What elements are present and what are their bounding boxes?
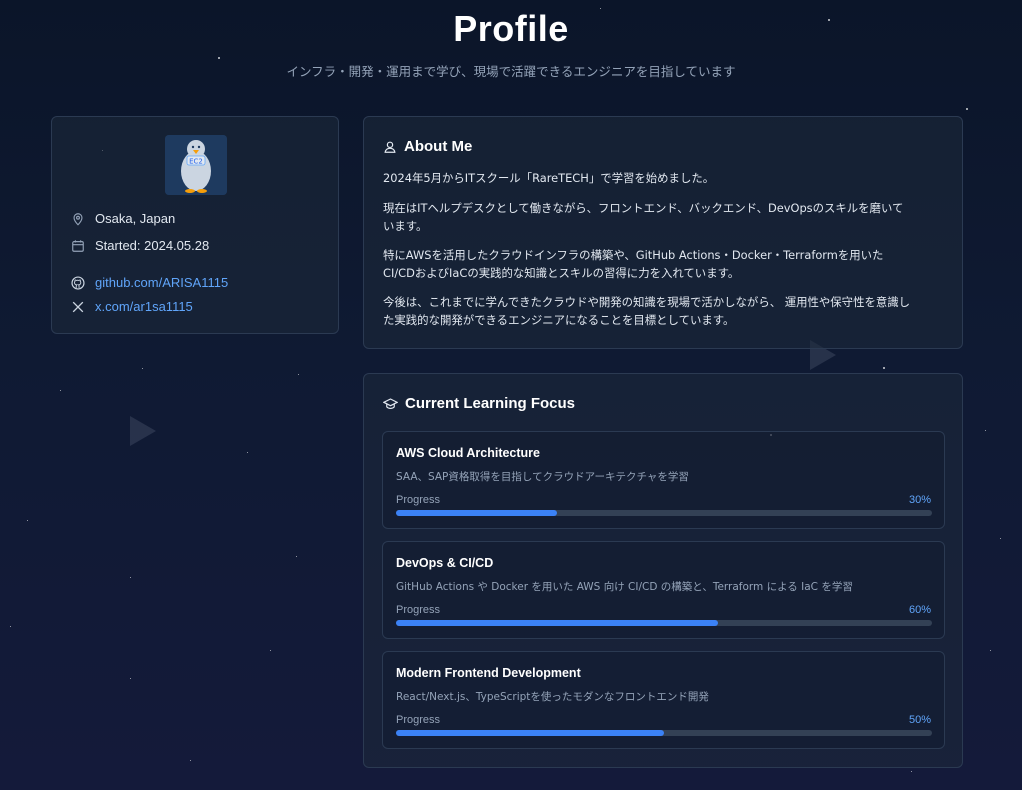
- about-paragraph-3: 特にAWSを活用したクラウドインフラの構築や、GitHub Actions・Do…: [383, 248, 884, 280]
- github-icon: [71, 275, 85, 290]
- calendar-icon: [72, 239, 84, 252]
- learning-heading: Current Learning Focus: [383, 395, 575, 412]
- svg-text:EC2: EC2: [189, 158, 203, 166]
- x-link[interactable]: x.com/ar1sa1115: [95, 299, 193, 314]
- github-row: github.com/ARISA1115: [71, 275, 228, 290]
- about-card: About Me 2024年5月からITスクール「RareTECH」で学習を始め…: [363, 116, 963, 349]
- github-link[interactable]: github.com/ARISA1115: [95, 275, 228, 290]
- page-subtitle: インフラ・開発・運用まで学び、現場で活躍できるエンジニアを目指しています: [286, 64, 736, 79]
- focus-title: AWS Cloud Architecture: [396, 446, 540, 460]
- progress-percent: 30%: [908, 494, 931, 506]
- progress-label: Progress: [396, 714, 441, 726]
- about-paragraph-4: 今後は、これまでに学んできたクラウドや開発の知識を現場で活かしながら、 運用性や…: [383, 295, 911, 327]
- about-paragraph-2: 現在はITヘルプデスクとして働きながら、フロントエンド、バックエンド、DevOp…: [383, 201, 904, 233]
- location-text: Osaka, Japan: [95, 211, 176, 226]
- about-heading: About Me: [383, 138, 472, 155]
- focus-item-aws: AWS Cloud Architecture SAA、SAP資格取得を目指してク…: [382, 431, 945, 529]
- focus-title: Modern Frontend Development: [396, 666, 581, 680]
- learning-card: Current Learning Focus AWS Cloud Archite…: [363, 373, 963, 768]
- focus-title: DevOps & CI/CD: [396, 556, 494, 570]
- progress-label: Progress: [396, 494, 441, 506]
- progress-track: [396, 730, 932, 736]
- progress-label: Progress: [396, 604, 441, 616]
- about-title: About Me: [404, 138, 473, 155]
- progress-track: [396, 510, 932, 516]
- x-row: x.com/ar1sa1115: [71, 299, 193, 314]
- focus-description: GitHub Actions や Docker を用いた AWS 向け CI/C…: [396, 581, 853, 593]
- started-date-text: Started: 2024.05.28: [95, 238, 210, 253]
- focus-item-devops: DevOps & CI/CD GitHub Actions や Docker を…: [382, 541, 945, 639]
- penguin-avatar-image: EC2: [165, 135, 227, 195]
- location-row: Osaka, Japan: [71, 211, 175, 226]
- progress-percent: 60%: [908, 604, 931, 616]
- learning-title: Current Learning Focus: [405, 395, 576, 412]
- progress-fill: [396, 510, 557, 516]
- about-paragraph-1: 2024年5月からITスクール「RareTECH」で学習を始めました。: [383, 171, 715, 185]
- progress-percent: 50%: [908, 714, 931, 726]
- progress-fill: [396, 730, 664, 736]
- map-pin-icon: [73, 212, 83, 225]
- user-icon: [384, 141, 396, 153]
- progress-fill: [396, 620, 718, 626]
- focus-description: React/Next.js、TypeScriptを使ったモダンなフロントエンド開…: [396, 691, 709, 703]
- avatar: EC2: [165, 135, 227, 195]
- graduation-cap-icon: [383, 397, 398, 409]
- profile-card: EC2 Osaka, Japan Started: 2024.05.28 git…: [51, 116, 339, 334]
- started-row: Started: 2024.05.28: [71, 238, 209, 253]
- focus-item-frontend: Modern Frontend Development React/Next.j…: [382, 651, 945, 749]
- progress-track: [396, 620, 932, 626]
- x-logo-icon: [72, 301, 84, 312]
- focus-description: SAA、SAP資格取得を目指してクラウドアーキテクチャを学習: [396, 471, 689, 483]
- page-title: Profile: [453, 8, 569, 49]
